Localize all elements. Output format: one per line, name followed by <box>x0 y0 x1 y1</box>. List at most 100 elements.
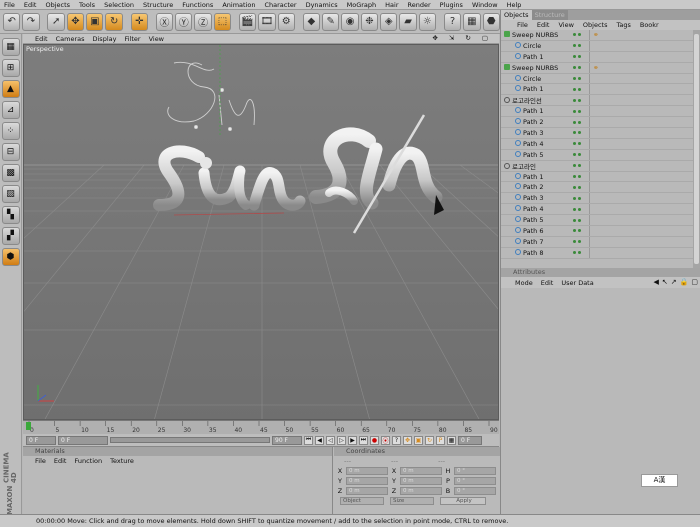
menu-edit[interactable]: Edit <box>24 1 37 9</box>
object-axis-icon[interactable]: ⊿ <box>1 101 20 119</box>
z-axis-icon[interactable]: Ⓩ <box>194 12 212 31</box>
visibility-dots[interactable] <box>573 153 589 157</box>
recent-tools-icon[interactable]: ✛ <box>130 12 148 31</box>
scroll-thumb[interactable] <box>694 34 699 264</box>
edges-mode-icon[interactable]: ⊟ <box>1 143 20 161</box>
visibility-dots[interactable] <box>573 218 589 222</box>
menu-animation[interactable]: Animation <box>222 1 255 9</box>
ime-indicator[interactable]: A漢 <box>641 474 678 487</box>
menu-hair[interactable]: Hair <box>385 1 398 9</box>
editor-visibility-dot[interactable] <box>573 218 576 222</box>
max-frame-field[interactable]: 90 F <box>272 435 302 445</box>
rotate-tool-icon[interactable]: ↻ <box>105 12 123 31</box>
checker-icon[interactable]: ▚ <box>1 206 20 224</box>
timeline[interactable]: 0 5 10 15 20 25 30 35 40 45 50 55 60 65 70 75 80 85 90 <box>23 420 499 434</box>
render-visibility-dot[interactable] <box>578 251 581 255</box>
render-visibility-dot[interactable] <box>578 33 581 37</box>
play-icon[interactable]: ▷ <box>337 435 346 445</box>
up-arrow-icon[interactable]: ↖ <box>662 277 668 288</box>
zoom-view-icon[interactable]: ⇲ <box>449 34 454 42</box>
menu-dynamics[interactable]: Dynamics <box>306 1 338 9</box>
go-to-start-icon[interactable]: ⏮ <box>304 435 313 445</box>
objects-menu-tags[interactable]: Tags <box>616 21 630 29</box>
editor-visibility-dot[interactable] <box>573 164 576 168</box>
editor-visibility-dot[interactable] <box>573 66 576 70</box>
menu-character[interactable]: Character <box>264 1 296 9</box>
current-frame-field[interactable]: 0 F <box>26 435 56 445</box>
menu-structure[interactable]: Structure <box>143 1 173 9</box>
object-list-item[interactable]: Path 8 <box>501 247 693 259</box>
visibility-dots[interactable] <box>573 142 589 146</box>
visibility-dots[interactable] <box>573 207 589 211</box>
render-view-icon[interactable]: 🎬 <box>238 12 257 31</box>
menu-functions[interactable]: Functions <box>182 1 213 9</box>
editor-visibility-dot[interactable] <box>573 44 576 48</box>
editor-visibility-dot[interactable] <box>573 55 576 59</box>
menu-window[interactable]: Window <box>472 1 498 9</box>
render-visibility-dot[interactable] <box>578 77 581 80</box>
visibility-dots[interactable] <box>573 196 589 200</box>
render-visibility-dot[interactable] <box>578 131 581 135</box>
render-visibility-dot[interactable] <box>578 207 581 211</box>
range-slider[interactable] <box>110 437 270 443</box>
position-key-icon[interactable]: ✥ <box>403 435 412 445</box>
fps-field[interactable]: 0 F <box>458 435 482 445</box>
nurbs-icon[interactable]: ◉ <box>341 12 359 31</box>
menu-tools[interactable]: Tools <box>79 1 95 9</box>
sweep-tag-icon[interactable]: ⚭ <box>593 31 599 39</box>
visibility-dots[interactable] <box>573 87 589 91</box>
menu-selection[interactable]: Selection <box>104 1 134 9</box>
menu-objects[interactable]: Objects <box>45 1 70 9</box>
visibility-dots[interactable] <box>573 164 589 168</box>
grid-icon[interactable]: ▦ <box>463 12 481 31</box>
x-axis-icon[interactable]: Ⓧ <box>155 12 174 31</box>
mode-select[interactable]: Object <box>340 497 384 505</box>
object-list-item[interactable]: Path 3 <box>501 128 693 139</box>
render-visibility-dot[interactable] <box>578 185 581 189</box>
objects-menu-edit[interactable]: Edit <box>537 21 550 29</box>
coordinate-system-icon[interactable]: ⬚ <box>213 12 232 31</box>
forward-arrow-icon[interactable]: ↗ <box>671 277 677 288</box>
workplane-icon[interactable]: ▞ <box>1 227 20 245</box>
objects-menu-objects[interactable]: Objects <box>583 21 608 29</box>
size-select[interactable]: Size <box>390 497 434 505</box>
editor-visibility-dot[interactable] <box>573 240 576 244</box>
render-visibility-dot[interactable] <box>578 87 581 91</box>
render-visibility-dot[interactable] <box>578 55 581 59</box>
coord-size-field[interactable]: 0 m <box>400 477 442 485</box>
object-list-item[interactable]: Path 3 <box>501 193 693 205</box>
go-to-end-icon[interactable]: ⏭ <box>359 435 368 445</box>
editor-visibility-dot[interactable] <box>573 109 576 113</box>
visibility-dots[interactable] <box>573 98 589 102</box>
object-list-item[interactable]: Path 2 <box>501 117 693 129</box>
cube-primitive-icon[interactable]: ◆ <box>302 12 321 31</box>
viewport-menu-cameras[interactable]: Cameras <box>56 35 85 43</box>
attributes-menu-user-data[interactable]: User Data <box>561 279 593 287</box>
objects-menu-view[interactable]: View <box>558 21 573 29</box>
new-panel-icon[interactable]: ▢ <box>691 277 698 288</box>
object-list-item[interactable]: Sweep NURBS ⚭ <box>501 30 693 41</box>
y-axis-icon[interactable]: Ⓨ <box>175 12 193 31</box>
visibility-dots[interactable] <box>573 33 589 37</box>
object-list-item[interactable]: Path 2 <box>501 182 693 194</box>
object-list-item[interactable]: Circle <box>501 40 693 52</box>
coord-rotation-field[interactable]: 0 ° <box>454 477 496 485</box>
light-icon[interactable]: ☼ <box>418 12 437 31</box>
tag-icon[interactable]: ? <box>443 12 462 31</box>
objects-menu-bookr[interactable]: Bookr <box>640 21 659 29</box>
viewport-menu-filter[interactable]: Filter <box>124 35 140 43</box>
object-list-item[interactable]: Sweep NURBS ⚭ <box>501 62 693 74</box>
object-list-item[interactable]: Path 4 <box>501 138 693 150</box>
polygons-mode-icon[interactable]: ▩ <box>1 164 20 182</box>
editor-visibility-dot[interactable] <box>573 142 576 146</box>
menu-render[interactable]: Render <box>408 1 431 9</box>
visibility-dots[interactable] <box>573 66 589 70</box>
object-list-item[interactable]: Path 1 <box>501 106 693 118</box>
editor-visibility-dot[interactable] <box>573 196 576 200</box>
coord-position-field[interactable]: 0 m <box>346 487 388 495</box>
autokey-icon[interactable]: ⦿ <box>381 435 390 445</box>
objects-menu-file[interactable]: File <box>517 21 528 29</box>
scene-floor-icon[interactable]: ▰ <box>399 12 417 31</box>
move-tool-icon[interactable]: ✥ <box>66 12 85 31</box>
render-visibility-dot[interactable] <box>578 142 581 146</box>
